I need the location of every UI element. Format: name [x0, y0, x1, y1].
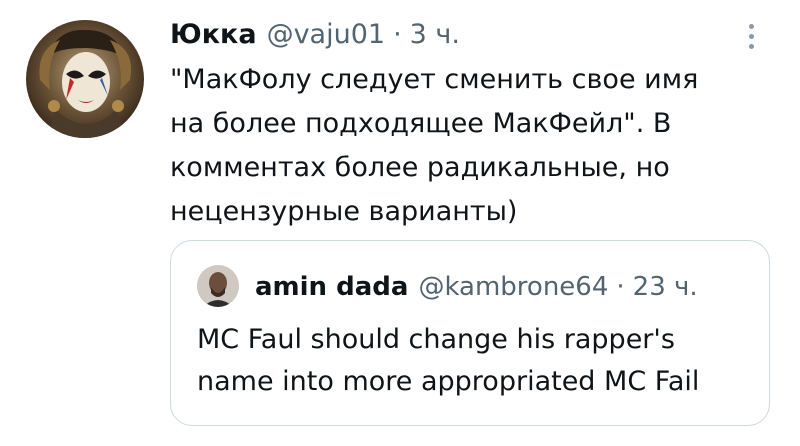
avatar[interactable] — [26, 20, 144, 138]
quote-text-line: MC Faul should change his rapper's — [197, 324, 675, 355]
quote-meta-separator: · — [616, 272, 625, 302]
more-dot — [748, 43, 754, 49]
more-dot — [748, 33, 754, 39]
author-handle[interactable]: @vaju01 — [267, 19, 386, 50]
quote-avatar[interactable] — [197, 265, 239, 307]
quote-meta: @kambrone64 · 23 ч. — [418, 272, 697, 302]
tweet-header: Юкка @vaju01 · 3 ч. — [170, 14, 460, 54]
author-name[interactable]: Юкка — [170, 19, 257, 50]
more-dot — [748, 23, 754, 29]
quote-time[interactable]: 23 ч. — [633, 272, 698, 302]
quote-author-name[interactable]: amin dada — [255, 272, 408, 302]
tweet-meta: @vaju01 · 3 ч. — [267, 19, 460, 50]
more-vertical-icon[interactable] — [736, 18, 766, 54]
tweet-text-line: комментах более радикальные, но — [170, 152, 670, 183]
tweet-text: "МакФолу следует сменить свое имя на бол… — [170, 58, 770, 234]
venetian-mask-avatar-image — [39, 29, 132, 138]
tweet-text-line: на более подходящее МакФейл". В — [170, 108, 672, 139]
quote-header: amin dada @kambrone64 · 23 ч. — [255, 267, 698, 307]
meta-separator: · — [393, 18, 402, 50]
tweet[interactable]: Юкка @vaju01 · 3 ч. "МакФолу следует смени… — [0, 0, 800, 446]
person-avatar-image — [197, 265, 239, 307]
tweet-time[interactable]: 3 ч. — [410, 19, 460, 50]
quote-author-handle[interactable]: @kambrone64 — [418, 272, 608, 302]
quote-text-line: name into more appropriated MC Fail — [197, 366, 700, 397]
quote-text: MC Faul should change his rapper's name … — [197, 319, 757, 403]
quoted-tweet[interactable]: amin dada @kambrone64 · 23 ч. MC Faul shou… — [170, 240, 770, 426]
tweet-text-line: нецензурные варианты) — [170, 196, 518, 227]
tweet-text-line: "МакФолу следует сменить свое имя — [170, 64, 699, 95]
